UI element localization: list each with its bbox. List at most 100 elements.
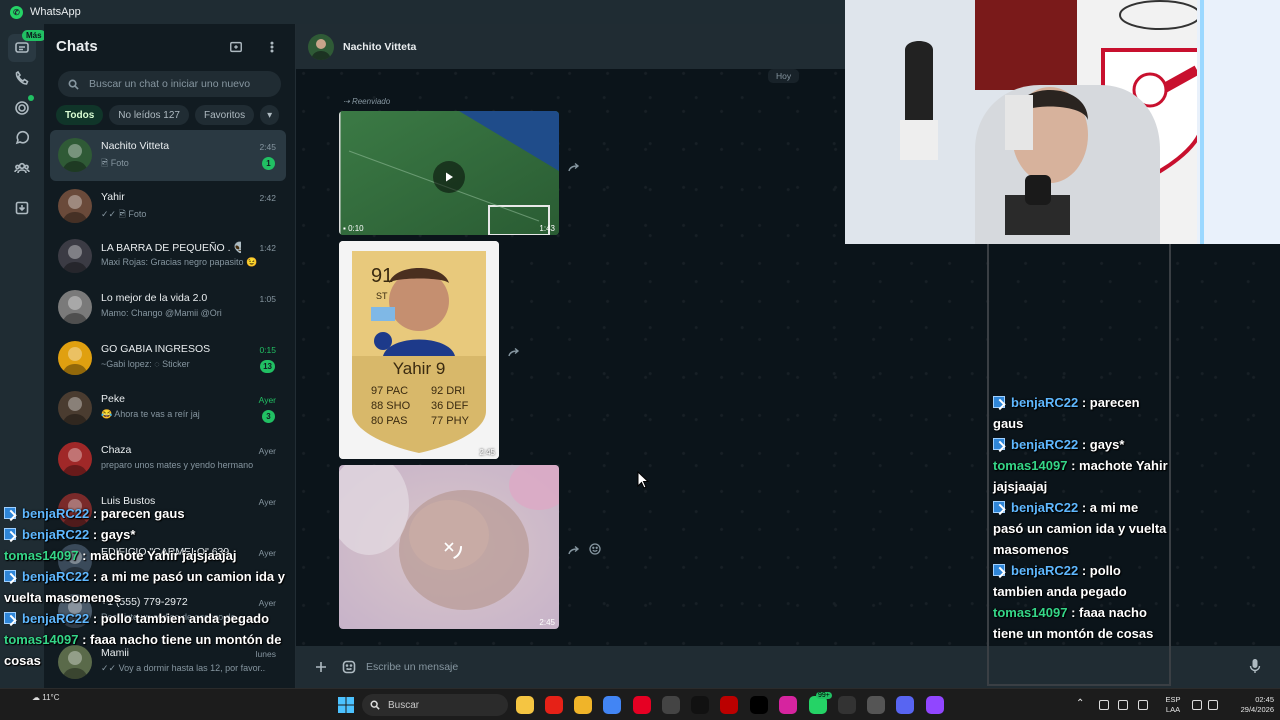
avatar xyxy=(58,442,92,477)
chat-list-item[interactable]: GO GABIA INGRESOS ~Gabi lopez: ◌ Sticker 0… xyxy=(50,333,286,384)
tiktok-icon[interactable] xyxy=(691,696,709,714)
app-icon[interactable] xyxy=(867,696,885,714)
status-dot xyxy=(28,95,34,101)
phone-icon xyxy=(15,70,29,85)
stream-chat-left-message: benjaRC22 : pollo tambien anda pegado xyxy=(4,608,294,629)
epic-games-icon[interactable] xyxy=(662,696,680,714)
photo-message[interactable]: 2:45 xyxy=(339,465,559,629)
chat-search-input[interactable] xyxy=(89,78,279,90)
stream-chat-left-message: benjaRC22 : parecen gaus xyxy=(4,503,294,524)
discord-icon[interactable] xyxy=(896,696,914,714)
forward-card-button[interactable] xyxy=(508,344,522,357)
chat-list-item[interactable]: Nachito Vitteta 🖻 Foto 2:45 1 xyxy=(50,130,286,181)
player-card-artwork xyxy=(339,241,499,459)
language-indicator[interactable]: ESP LAA xyxy=(1162,695,1184,715)
share-arrow-icon xyxy=(568,545,580,555)
filter-no-leidos[interactable]: No leídos 127 xyxy=(109,105,189,125)
contact-avatar[interactable] xyxy=(308,33,334,60)
filter-favoritos[interactable]: Favoritos xyxy=(194,105,255,125)
archived-nav-button[interactable] xyxy=(8,194,36,222)
chat-list-item[interactable]: Yahir ✓✓ 🖻 Foto 2:42 xyxy=(50,181,286,232)
chat-username: benjaRC22 xyxy=(1011,437,1079,452)
file-explorer-icon[interactable] xyxy=(516,696,534,714)
chat-preview: ✓✓ 🖻 Foto xyxy=(101,208,147,219)
wifi-off-icon[interactable] xyxy=(1118,700,1128,710)
unread-badge: 3 xyxy=(262,410,275,424)
communities-icon xyxy=(14,162,30,174)
clock[interactable]: 02:45 29/4/2026 xyxy=(1222,695,1274,715)
new-chat-button[interactable] xyxy=(225,36,247,58)
tray-chevron-icon[interactable]: ⌃ xyxy=(1076,699,1084,709)
chat-name: GO GABIA INGRESOS xyxy=(101,342,211,355)
chat-badge-icon xyxy=(4,507,16,519)
share-arrow-icon xyxy=(568,162,580,172)
instagram-icon[interactable] xyxy=(779,696,797,714)
chat-search[interactable] xyxy=(58,71,281,97)
whatsapp-logo-icon: ✆ xyxy=(10,5,23,19)
chat-list-item[interactable]: Lo mejor de la vida 2.0 Mamo: Chango @Mam… xyxy=(50,282,286,333)
monitor-icon[interactable] xyxy=(1192,700,1202,710)
folder-icon[interactable] xyxy=(574,696,592,714)
card-stats-right: 92 DRI 36 DEF 77 PHY xyxy=(431,385,469,427)
chat-preview: 😂 Ahora te vas a reír jaj xyxy=(101,409,200,420)
chat-name: LA BARRA DE PEQUEÑO . 👽 xyxy=(101,242,241,255)
search-icon xyxy=(370,700,380,710)
chat-username: tomas14097 xyxy=(993,458,1068,473)
channels-nav-button[interactable] xyxy=(8,124,36,152)
filter-todos[interactable]: Todos xyxy=(56,105,104,125)
plus-icon xyxy=(316,662,326,672)
chat-list-item[interactable]: Peke 😂 Ahora te vas a reír jaj Ayer 3 xyxy=(50,383,286,434)
chat-list-item[interactable]: LA BARRA DE PEQUEÑO . 👽 Maxi Rojas: Graci… xyxy=(50,231,286,282)
forward-video-button[interactable] xyxy=(568,159,582,172)
forwarded-label: ⇢ Reenviado xyxy=(343,97,391,106)
pinterest-icon[interactable] xyxy=(633,696,651,714)
video-message[interactable]: ▪ 0:10 1:43 xyxy=(339,111,559,235)
stream-chat-left-message: tomas14097 : machote Yahir jajsjaajaj xyxy=(4,548,237,563)
cancel-download-button[interactable] xyxy=(433,531,465,563)
react-button[interactable] xyxy=(589,542,601,555)
chat-text: parecen gaus xyxy=(100,506,185,521)
chat-name: Nachito Vitteta xyxy=(101,140,170,152)
youtube-icon[interactable] xyxy=(545,696,563,714)
filter-more-button[interactable]: ▾ xyxy=(260,105,280,125)
taskbar-search[interactable]: Buscar xyxy=(362,694,508,716)
chat-username: benjaRC22 xyxy=(22,506,90,521)
stream-chat-left-message: benjaRC22 : gays* xyxy=(4,524,294,545)
chat-badge-icon xyxy=(993,564,1005,576)
streamer-webcam-image xyxy=(845,0,1280,244)
chat-time: 2:42 xyxy=(259,192,276,203)
chrome-icon[interactable] xyxy=(603,696,621,714)
voice-message-button[interactable] xyxy=(1248,658,1262,679)
chats-title: Chats xyxy=(56,38,98,55)
x-icon[interactable] xyxy=(750,696,768,714)
attach-button[interactable] xyxy=(310,656,332,678)
chat-time: Ayer xyxy=(258,446,276,457)
avatar xyxy=(58,340,92,375)
sticker-button[interactable] xyxy=(338,656,360,678)
chatgpt-icon[interactable] xyxy=(838,696,856,714)
network-icon[interactable] xyxy=(1099,700,1109,710)
chat-preview: preparo unos mates y yendo hermano xyxy=(101,460,254,471)
red-app-icon[interactable] xyxy=(720,696,738,714)
menu-button[interactable] xyxy=(261,36,283,58)
stream-chat-right-message: benjaRC22 : parecen gaus xyxy=(993,395,1140,431)
chat-time: 0:15 xyxy=(259,344,276,355)
stream-chat-left-message: tomas14097 : faaa nacho tiene un montón … xyxy=(4,632,282,668)
close-icon xyxy=(436,534,462,560)
chat-list-item[interactable]: Chaza preparo unos mates y yendo hermano A… xyxy=(50,434,286,485)
card-stats-left: 97 PAC 88 SHO 80 PAS xyxy=(371,385,411,427)
volume-icon[interactable] xyxy=(1208,700,1218,710)
mic-icon[interactable] xyxy=(1138,700,1148,710)
play-button[interactable] xyxy=(433,161,465,193)
chat-badge-icon xyxy=(4,612,16,624)
chat-text: gays* xyxy=(100,527,136,542)
start-button[interactable] xyxy=(337,696,355,714)
forward-photo-button[interactable] xyxy=(568,542,582,555)
search-icon xyxy=(68,79,79,90)
communities-nav-button[interactable] xyxy=(8,154,36,182)
card-image-message[interactable]: 91 ST Yahir 9 97 PAC 88 SHO 80 PAS 92 DR… xyxy=(339,241,499,459)
message-input[interactable] xyxy=(366,661,966,673)
weather-widget[interactable]: ☁ 11°C xyxy=(32,693,60,702)
calls-nav-button[interactable] xyxy=(8,64,36,92)
twitch-icon[interactable] xyxy=(926,696,944,714)
